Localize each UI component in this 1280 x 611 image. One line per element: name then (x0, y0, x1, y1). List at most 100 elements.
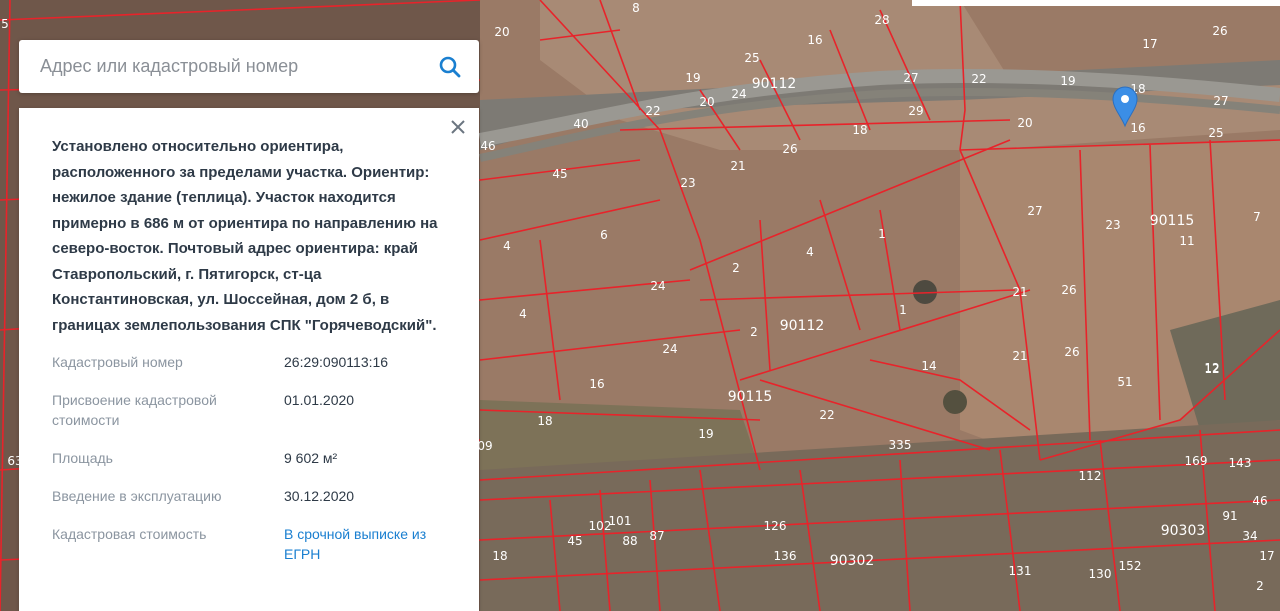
parcel-number-label: 130 (1089, 567, 1112, 581)
field-valuation-date: Присвоение кадастровой стоимости 01.01.2… (52, 390, 447, 430)
parcel-number-label: 19 (685, 71, 700, 85)
parcel-number-label: 26 (782, 142, 797, 156)
parcel-number-label: 20 (1017, 116, 1032, 130)
parcel-number-label: 18 (492, 549, 507, 563)
cadastral-quarter-label: 90112 (780, 318, 825, 334)
field-cadastral-value: Кадастровая стоимость В срочной выписке … (52, 524, 447, 564)
parcel-number-label: 28 (874, 13, 889, 27)
parcel-number-label: 46 (480, 139, 495, 153)
parcel-number-label: 24 (650, 279, 665, 293)
field-value: 01.01.2020 (284, 392, 355, 408)
parcel-number-label: 25 (1208, 126, 1223, 140)
parcel-number-label: 4 (519, 307, 527, 321)
parcel-number-label: 29 (908, 104, 923, 118)
parcel-number-label: 26 (1212, 24, 1227, 38)
field-value: 9 602 м² (284, 450, 338, 466)
parcel-number-label: 102 (589, 519, 612, 533)
parcel-number-label: 27 (1027, 204, 1042, 218)
parcel-number-label: 169 (1185, 454, 1208, 468)
parcel-number-label: 24 (731, 87, 746, 101)
search-bar (19, 40, 479, 93)
parcel-number-label: 23 (1105, 218, 1120, 232)
parcel-number-label: 131 (1009, 564, 1032, 578)
parcel-number-label: 101 (609, 514, 632, 528)
parcel-number-label: 136 (774, 549, 797, 563)
parcel-number-label: 1 (899, 303, 907, 317)
search-input[interactable] (19, 40, 421, 93)
parcel-number-label: 22 (819, 408, 834, 422)
parcel-number-label: 14 (921, 359, 936, 373)
parcel-number-label: 40 (573, 117, 588, 131)
cadastral-quarter-label: 90303 (1161, 523, 1206, 539)
parcel-number-label: 20 (494, 25, 509, 39)
parcel-number-label: 17 (1259, 549, 1274, 563)
parcel-number-label: 20 (699, 95, 714, 109)
close-button[interactable] (447, 116, 469, 138)
cadastral-quarter-label: 90115 (728, 389, 773, 405)
parcel-number-label: 46 (1252, 494, 1267, 508)
parcel-number-label: 51 (1117, 375, 1132, 389)
field-commissioning-date: Введение в эксплуатацию 30.12.2020 (52, 486, 447, 506)
cadastral-quarter-label: 90302 (830, 553, 875, 569)
parcel-number-label: 16 (1130, 121, 1145, 135)
cadastral-quarter-label: 90112 (752, 76, 797, 92)
parcel-number-label: 16 (807, 33, 822, 47)
parcel-info-panel: Установлено относительно ориентира, расп… (19, 108, 479, 611)
parcel-number-label: 21 (1012, 349, 1027, 363)
parcel-number-label: 2 (732, 261, 740, 275)
parcel-number-label: 7 (1253, 210, 1261, 224)
field-label: Присвоение кадастровой стоимости (52, 392, 217, 428)
parcel-number-label: 45 (552, 167, 567, 181)
close-icon (451, 120, 465, 134)
field-label: Площадь (52, 450, 113, 466)
parcel-number-label: 6 (600, 228, 608, 242)
map-top-overlay-strip (912, 0, 1280, 6)
parcel-number-label: 22 (971, 72, 986, 86)
parcel-number-label: 88 (622, 534, 637, 548)
parcel-number-label: 18 (537, 414, 552, 428)
field-value: 30.12.2020 (284, 488, 355, 504)
parcel-number-label: 09 (477, 439, 492, 453)
parcel-number-label: 87 (649, 529, 664, 543)
field-value: 26:29:090113:16 (284, 354, 389, 370)
field-label: Кадастровая стоимость (52, 526, 207, 542)
field-cadastral-number: Кадастровый номер 26:29:090113:16 (52, 352, 447, 372)
parcel-number-label: 11 (1179, 234, 1194, 248)
parcel-number-label: 16 (589, 377, 604, 391)
parcel-number-label: 45 (567, 534, 582, 548)
cadastral-quarter-label: 90115 (1150, 213, 1195, 229)
parcel-number-label: 19 (1060, 74, 1075, 88)
parcel-number-label: 1 (878, 227, 886, 241)
egrn-extract-link[interactable]: В срочной выписке из ЕГРН (284, 524, 447, 564)
parcel-number-label: 19 (698, 427, 713, 441)
parcel-number-label: 22 (645, 104, 660, 118)
parcel-number-label: 2 (1256, 579, 1264, 593)
parcel-number-label: 34 (1242, 529, 1257, 543)
parcel-number-label: 23 (680, 176, 695, 190)
parcel-number-label: 4 (806, 245, 814, 259)
parcel-number-label: 21 (1012, 285, 1027, 299)
parcel-number-label: 25 (744, 51, 759, 65)
parcel-number-label: 26 (1061, 283, 1076, 297)
parcel-number-label: 27 (1213, 94, 1228, 108)
parcel-number-label: 5 (1, 17, 9, 31)
parcel-number-label: 24 (662, 342, 677, 356)
parcel-number-label: 4 (503, 239, 511, 253)
search-button[interactable] (421, 40, 479, 93)
parcel-number-label: 17 (1142, 37, 1157, 51)
parcel-number-label: 335 (889, 438, 912, 452)
parcel-number-label: 26 (1064, 345, 1079, 359)
parcel-number-label: 91 (1222, 509, 1237, 523)
field-label: Кадастровый номер (52, 354, 183, 370)
parcel-number-label: 12 (1204, 361, 1219, 375)
parcel-number-label: 8 (632, 1, 640, 15)
parcel-number-label: 126 (764, 519, 787, 533)
field-area: Площадь 9 602 м² (52, 448, 447, 468)
parcel-number-label: 2 (750, 325, 758, 339)
parcel-number-label: 21 (730, 159, 745, 173)
location-description: Установлено относительно ориентира, расп… (52, 138, 438, 334)
search-icon (439, 56, 461, 77)
parcel-number-label: 112 (1079, 469, 1102, 483)
field-label: Введение в эксплуатацию (52, 488, 222, 504)
parcel-number-label: 18 (852, 123, 867, 137)
